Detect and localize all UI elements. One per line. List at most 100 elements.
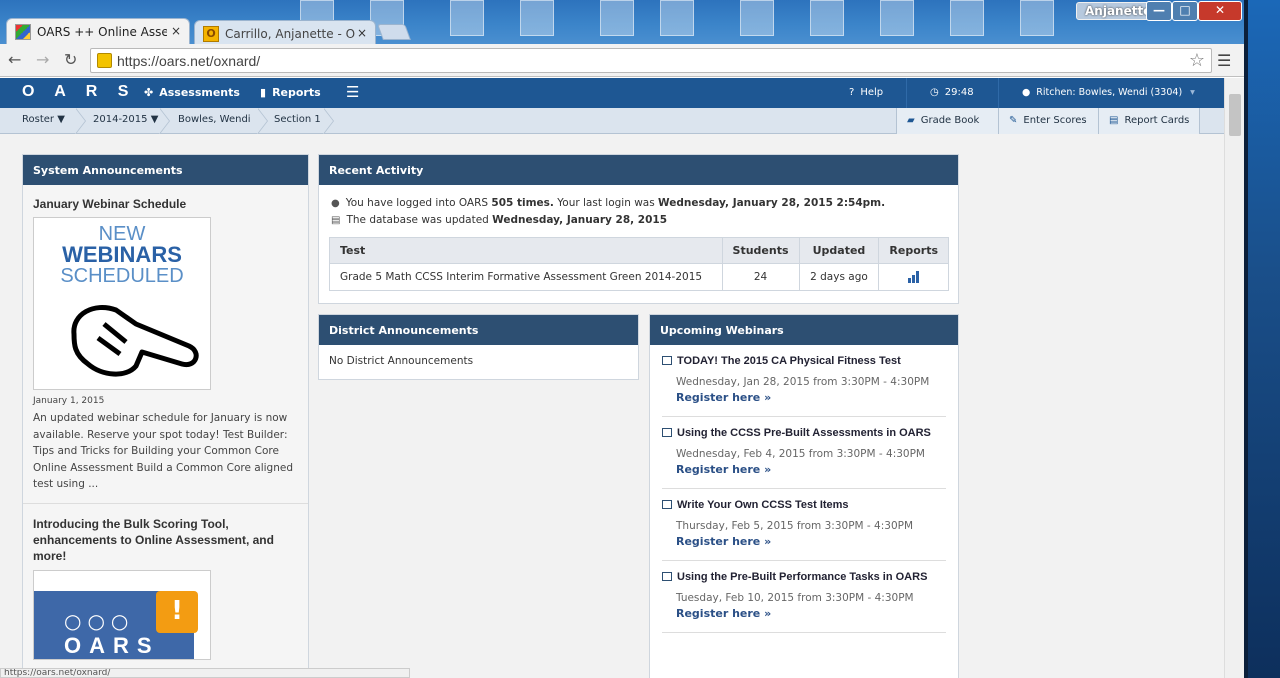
login-info: ● You have logged into OARS 505 times. Yo…: [331, 195, 946, 212]
title-bar: OARS ++ Online Assessm × O Carrillo, Anj…: [0, 0, 1244, 44]
reload-icon[interactable]: ↻: [64, 50, 77, 69]
tab-outlook[interactable]: O Carrillo, Anjanette - Outlo ×: [194, 20, 376, 44]
announcement-title[interactable]: Introducing the Bulk Scoring Tool, enhan…: [33, 516, 298, 564]
image-line: WEBINARS: [62, 242, 182, 267]
table-header-row: Test Students Updated Reports: [329, 237, 949, 264]
menu-icon[interactable]: ☰: [1217, 51, 1231, 70]
url-text: https://oars.net/oxnard/: [117, 53, 261, 69]
reports-cell[interactable]: [878, 263, 949, 291]
webinar-item: Write Your Own CCSS Test Items Thursday,…: [662, 489, 946, 561]
back-icon[interactable]: ←: [8, 50, 21, 69]
menu-list-icon[interactable]: ☰: [346, 83, 359, 101]
recent-tests-table: Test Students Updated Reports Grade 5 Ma…: [329, 237, 949, 291]
webinar-title[interactable]: Using the Pre-Built Performance Tasks in…: [662, 571, 946, 583]
webinar-title[interactable]: Write Your Own CCSS Test Items: [662, 499, 946, 511]
webinar-image[interactable]: NEW WEBINARS SCHEDULED: [33, 217, 211, 390]
column-header[interactable]: Students: [721, 237, 800, 264]
report-card-icon: ▤: [1109, 115, 1119, 126]
image-circles: ○○○: [64, 608, 135, 633]
pencil-icon: ✎: [1009, 115, 1018, 126]
report-cards-button[interactable]: ▤ Report Cards: [1098, 108, 1200, 134]
crumb-teacher[interactable]: Bowles, Wendi: [178, 114, 251, 125]
crumb-section[interactable]: Section 1: [274, 114, 321, 125]
announcement-item: Introducing the Bulk Scoring Tool, enhan…: [23, 504, 308, 660]
image-word: OARS: [64, 632, 160, 658]
star-icon[interactable]: ☆: [1189, 50, 1205, 71]
test-name[interactable]: Grade 5 Math CCSS Interim Formative Asse…: [329, 263, 723, 291]
crumb-separator: [159, 108, 174, 134]
updated-time: 2 days ago: [798, 263, 880, 291]
minimize-button[interactable]: —: [1146, 1, 1172, 21]
desktop-tile: [1020, 0, 1054, 36]
crumb-separator: [323, 108, 338, 134]
announcement-title[interactable]: January Webinar Schedule: [33, 197, 298, 211]
enter-scores-button[interactable]: ✎ Enter Scores: [998, 108, 1098, 134]
oars-favicon-icon: [15, 24, 31, 40]
session-timer: ◷ 29:48: [930, 87, 974, 98]
scroll-thumb[interactable]: [1229, 94, 1241, 136]
pointing-hand-icon: [71, 305, 199, 377]
crumb-roster-label: Roster: [22, 114, 55, 125]
register-link[interactable]: Register here »: [676, 391, 946, 404]
crumb-roster[interactable]: Roster ▼: [22, 114, 65, 125]
announcement-body: An updated webinar schedule for January …: [33, 412, 293, 490]
new-tab-button[interactable]: [377, 24, 411, 40]
desktop-tile: [810, 0, 844, 36]
db-prefix: The database was updated: [346, 214, 493, 226]
tab-oars[interactable]: OARS ++ Online Assessm ×: [6, 18, 190, 44]
register-link[interactable]: Register here »: [676, 607, 946, 620]
panel-header: System Announcements: [23, 155, 308, 185]
breadcrumb: Roster ▼ 2014-2015 ▼ Bowles, Wendi Secti…: [0, 108, 1224, 134]
oars-image[interactable]: ○○○ OARS !: [33, 569, 211, 660]
nav-reports-label: Reports: [272, 86, 321, 99]
nav-assessments-label: Assessments: [159, 86, 240, 99]
system-announcements-panel: System Announcements January Webinar Sch…: [22, 154, 309, 678]
desktop-tile: [880, 0, 914, 36]
recent-activity-panel: Recent Activity ● You have logged into OA…: [318, 154, 959, 304]
oars-logo[interactable]: O A R S: [22, 83, 136, 101]
maximize-button[interactable]: □: [1172, 1, 1198, 21]
nav-divider: [998, 78, 999, 108]
assessments-icon: ✤: [144, 86, 154, 99]
user-menu[interactable]: ● Ritchen: Bowles, Wendi (3304) ▾: [1022, 87, 1195, 98]
dropdown-icon: ▾: [1190, 87, 1195, 98]
crumb-year[interactable]: 2014-2015 ▼: [93, 114, 158, 125]
image-line: SCHEDULED: [60, 265, 184, 287]
reports-icon: ▮: [260, 86, 267, 99]
database-icon: ▤: [331, 215, 341, 226]
close-window-button[interactable]: ✕: [1198, 1, 1242, 21]
desktop-tile: [740, 0, 774, 36]
close-icon[interactable]: ×: [357, 26, 367, 40]
gradebook-button[interactable]: ▰ Grade Book: [896, 108, 998, 134]
checkbox-icon: [662, 500, 672, 509]
forward-icon[interactable]: →: [36, 50, 49, 69]
user-icon: ●: [1022, 87, 1031, 98]
image-line: NEW: [98, 223, 146, 245]
register-link[interactable]: Register here »: [676, 535, 946, 548]
register-link[interactable]: Register here »: [676, 463, 946, 476]
nav-reports[interactable]: ▮ Reports: [260, 86, 321, 99]
column-header[interactable]: Reports: [878, 237, 949, 264]
webinar-item: Using the CCSS Pre-Built Assessments in …: [662, 417, 946, 489]
address-bar[interactable]: https://oars.net/oxnard/ ☆: [90, 48, 1212, 73]
dropdown-icon: ▼: [150, 114, 159, 125]
column-header[interactable]: Test: [329, 237, 723, 264]
bar-chart-icon[interactable]: [907, 271, 920, 283]
webinar-item: Using the Pre-Built Performance Tasks in…: [662, 561, 946, 633]
webinar-title[interactable]: TODAY! The 2015 CA Physical Fitness Test: [662, 355, 946, 367]
column-header[interactable]: Updated: [798, 237, 880, 264]
nav-help-label: Help: [860, 87, 884, 98]
nav-assessments[interactable]: ✤ Assessments: [144, 86, 240, 99]
webinar-title[interactable]: Using the CCSS Pre-Built Assessments in …: [662, 427, 946, 439]
lock-icon: [97, 53, 112, 68]
close-icon[interactable]: ×: [171, 24, 181, 38]
timer-value: 29:48: [944, 87, 974, 98]
outlook-favicon-icon: O: [203, 26, 219, 42]
image-bang: !: [156, 590, 198, 633]
page-scrollbar[interactable]: [1224, 78, 1244, 678]
table-row[interactable]: Grade 5 Math CCSS Interim Formative Asse…: [329, 263, 949, 291]
page-viewport: O A R S ✤ Assessments ▮ Reports ☰ ? Help ◷ 2…: [0, 78, 1224, 678]
login-prefix: You have logged into OARS: [345, 197, 492, 209]
panel-header: District Announcements: [319, 315, 638, 345]
nav-help[interactable]: ? Help: [849, 87, 883, 98]
